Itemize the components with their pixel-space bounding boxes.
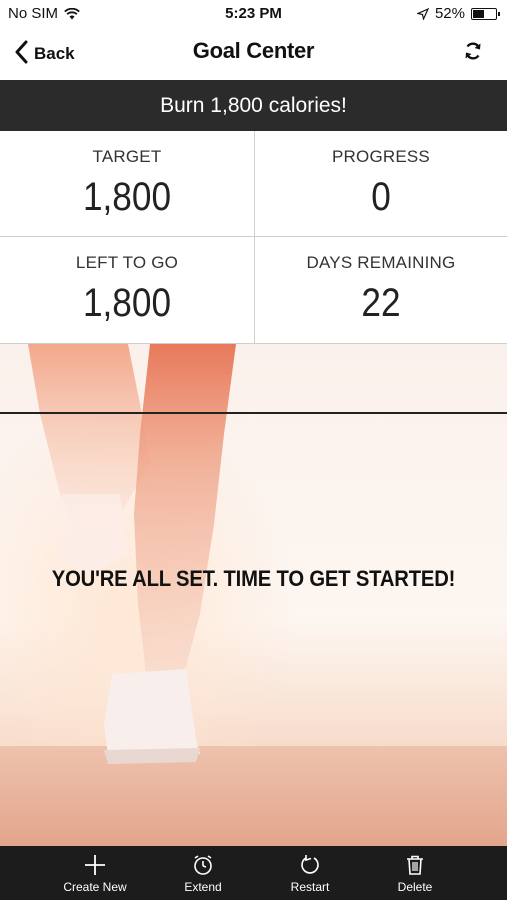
tab-label: Restart — [290, 880, 330, 894]
stat-label: DAYS REMAINING — [306, 253, 456, 272]
status-bar: No SIM 5:23 PM 52% — [0, 0, 507, 28]
tab-label: Delete — [397, 880, 433, 894]
stat-value: 0 — [371, 175, 391, 219]
hero-message: YOU'RE ALL SET. TIME TO GET STARTED! — [51, 566, 456, 591]
trash-icon — [407, 855, 423, 875]
tab-label: Extend — [184, 880, 222, 894]
battery-fill — [473, 9, 485, 18]
stat-left-to-go: LEFT TO GO 1,800 — [0, 237, 255, 344]
goal-banner: Burn 1,800 calories! — [0, 80, 507, 131]
location-arrow-icon — [416, 7, 429, 20]
stat-progress: PROGRESS 0 — [255, 131, 507, 237]
stat-label: PROGRESS — [332, 147, 430, 166]
bottom-toolbar: Create New Extend Restart Delete — [0, 846, 507, 900]
restart-button[interactable]: Restart — [265, 846, 355, 900]
create-new-button[interactable]: Create New — [50, 846, 140, 900]
stat-target: TARGET 1,800 — [0, 131, 255, 237]
refresh-button[interactable] — [463, 41, 483, 66]
plus-icon — [85, 855, 105, 875]
stat-value: 22 — [361, 281, 401, 325]
nav-bar: Back Goal Center — [0, 28, 507, 80]
extend-button[interactable]: Extend — [158, 846, 248, 900]
stat-label: LEFT TO GO — [75, 253, 179, 272]
runner-hero-image: YOU'RE ALL SET. TIME TO GET STARTED! — [0, 344, 507, 846]
stats-grid: TARGET 1,800 PROGRESS 0 LEFT TO GO 1,800… — [0, 131, 507, 344]
battery-percent: 52% — [434, 5, 465, 22]
delete-button[interactable]: Delete — [370, 846, 460, 900]
tab-label: Create New — [63, 880, 127, 894]
status-right: 52% — [416, 5, 500, 22]
stat-value: 1,800 — [82, 175, 172, 219]
stat-label: TARGET — [92, 147, 162, 166]
stopwatch-icon — [194, 855, 212, 875]
stat-days-remaining: DAYS REMAINING 22 — [255, 237, 507, 344]
hero-divider — [0, 412, 507, 414]
page-title: Goal Center — [192, 38, 315, 63]
restart-icon — [301, 855, 319, 874]
refresh-icon — [465, 42, 481, 60]
runner-legs-illustration — [28, 344, 236, 764]
stat-value: 1,800 — [82, 281, 172, 325]
battery-icon — [471, 7, 500, 20]
